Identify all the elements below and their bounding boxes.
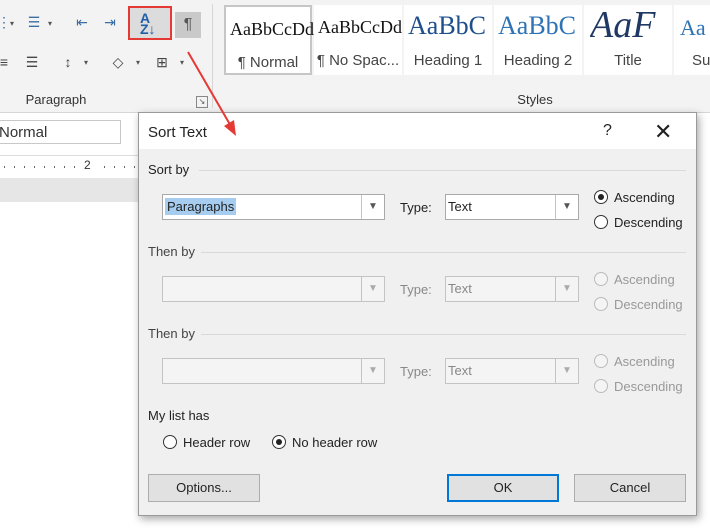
- ruler: [0, 155, 138, 178]
- increase-indent-icon[interactable]: ⇥: [100, 12, 120, 32]
- sort-by-field-select[interactable]: Paragraphs ▼: [162, 194, 385, 220]
- then-by-1-descending-radio[interactable]: [594, 297, 608, 311]
- multilevel-list-icon[interactable]: ☰: [24, 12, 44, 32]
- sort-by-type-value: Text: [448, 199, 472, 214]
- help-button[interactable]: ?: [603, 122, 612, 140]
- style-preview: Aa: [680, 15, 706, 40]
- style-name: Heading 2: [503, 52, 573, 69]
- sort-by-field-value: Paragraphs: [165, 198, 237, 215]
- header-row-label[interactable]: Header row: [183, 435, 250, 450]
- then-by-2-ascending-radio[interactable]: [594, 354, 608, 368]
- chevron-down-icon[interactable]: ▼: [361, 195, 384, 219]
- annotation-arrow-icon: [187, 51, 236, 136]
- style-name: Heading 1: [413, 52, 483, 69]
- close-button[interactable]: ✕: [654, 119, 672, 145]
- then-by-2-label: Then by: [148, 326, 195, 341]
- then-by-2-field-select[interactable]: ▼: [162, 358, 385, 384]
- list-has-label: My list has: [148, 408, 210, 423]
- document-page[interactable]: [0, 202, 138, 530]
- sort-by-type-label: Type:: [400, 200, 432, 215]
- decrease-indent-icon[interactable]: ⇤: [72, 12, 92, 32]
- then-by-2-type-value: Text: [448, 363, 472, 378]
- style-name: Sub: [692, 52, 710, 69]
- style-heading-1[interactable]: AaBbC Heading 1: [404, 5, 492, 75]
- then-by-2-type-label: Type:: [400, 364, 432, 379]
- sort-by-descending-label[interactable]: Descending: [614, 215, 683, 230]
- then-by-2-ascending-label[interactable]: Ascending: [614, 354, 675, 369]
- style-preview: AaBbC: [408, 11, 486, 40]
- styles-group-label: Styles: [517, 92, 553, 107]
- show-formatting-marks-button[interactable]: ¶: [175, 12, 201, 38]
- align-justify-icon[interactable]: ☰: [22, 52, 42, 72]
- style-title[interactable]: AaF Title: [584, 4, 672, 75]
- sort-by-label: Sort by: [148, 162, 190, 177]
- then-by-1-label: Then by: [148, 244, 195, 259]
- then-by-1-descending-label[interactable]: Descending: [614, 297, 683, 312]
- line-spacing-dropdown-icon[interactable]: ▾: [84, 58, 88, 67]
- style-subtitle[interactable]: Aa Sub: [674, 5, 710, 75]
- style-selector-value: Normal: [0, 124, 48, 141]
- chevron-down-icon[interactable]: ▼: [555, 277, 578, 301]
- then-by-1-field-select[interactable]: ▼: [162, 276, 385, 302]
- style-preview: AaBbCcDd: [318, 17, 402, 37]
- then-by-2-type-select[interactable]: Text ▼: [445, 358, 579, 384]
- then-by-1-ascending-label[interactable]: Ascending: [614, 272, 675, 287]
- document-margin-area: [0, 178, 138, 202]
- justify-icon[interactable]: ≡: [0, 52, 14, 72]
- style-selector[interactable]: Normal: [0, 120, 121, 144]
- bullets-dropdown-icon[interactable]: ▾: [10, 19, 14, 28]
- shading-dropdown-icon[interactable]: ▾: [136, 58, 140, 67]
- chevron-down-icon[interactable]: ▼: [555, 195, 578, 219]
- style-preview: AaF: [590, 4, 656, 46]
- style-no-spacing[interactable]: AaBbCcDd ¶ No Spac...: [314, 5, 402, 75]
- then-by-2-descending-label[interactable]: Descending: [614, 379, 683, 394]
- ruler-number: 2: [84, 158, 91, 172]
- ribbon: ⋮ ▾ ☰ ▾ ⇤ ⇥ A Z↓ ¶ ≡ ☰ ↕ ▾ ◇ ▾ ⊞ ▾ Paragr…: [0, 0, 710, 113]
- section-divider: [201, 334, 686, 335]
- section-divider: [201, 252, 686, 253]
- sort-by-descending-radio[interactable]: [594, 215, 608, 229]
- no-header-row-radio[interactable]: [272, 435, 286, 449]
- borders-icon[interactable]: ⊞: [152, 52, 172, 72]
- sort-button[interactable]: A Z↓: [128, 6, 172, 40]
- options-button[interactable]: Options...: [148, 474, 260, 502]
- chevron-down-icon[interactable]: ▼: [361, 277, 384, 301]
- then-by-1-type-label: Type:: [400, 282, 432, 297]
- style-name: ¶ No Spac...: [316, 52, 400, 69]
- chevron-down-icon[interactable]: ▼: [361, 359, 384, 383]
- then-by-1-ascending-radio[interactable]: [594, 272, 608, 286]
- paragraph-group-label: Paragraph: [25, 92, 87, 107]
- then-by-1-type-select[interactable]: Text ▼: [445, 276, 579, 302]
- chevron-down-icon[interactable]: ▼: [555, 359, 578, 383]
- no-header-row-label[interactable]: No header row: [292, 435, 377, 450]
- style-heading-2[interactable]: AaBbC Heading 2: [494, 5, 582, 75]
- then-by-2-descending-radio[interactable]: [594, 379, 608, 393]
- sort-by-ascending-radio[interactable]: [594, 190, 608, 204]
- section-divider: [199, 170, 686, 171]
- multilevel-dropdown-icon[interactable]: ▾: [48, 19, 52, 28]
- header-row-radio[interactable]: [163, 435, 177, 449]
- style-preview: AaBbCcDd: [230, 19, 314, 39]
- cancel-button[interactable]: Cancel: [574, 474, 686, 502]
- ruler-ticks: [4, 166, 135, 168]
- line-spacing-icon[interactable]: ↕: [58, 52, 78, 72]
- sort-az-icon: A Z↓: [140, 10, 156, 37]
- sort-by-type-select[interactable]: Text ▼: [445, 194, 579, 220]
- shading-icon[interactable]: ◇: [108, 52, 128, 72]
- sort-by-ascending-label[interactable]: Ascending: [614, 190, 675, 205]
- ok-button[interactable]: OK: [447, 474, 559, 502]
- style-preview: AaBbC: [498, 11, 576, 40]
- style-name: Title: [614, 52, 642, 69]
- sort-text-dialog: Sort Text ? ✕ Sort by Paragraphs ▼ Type:…: [138, 112, 697, 516]
- then-by-1-type-value: Text: [448, 281, 472, 296]
- pilcrow-icon: ¶: [183, 16, 193, 33]
